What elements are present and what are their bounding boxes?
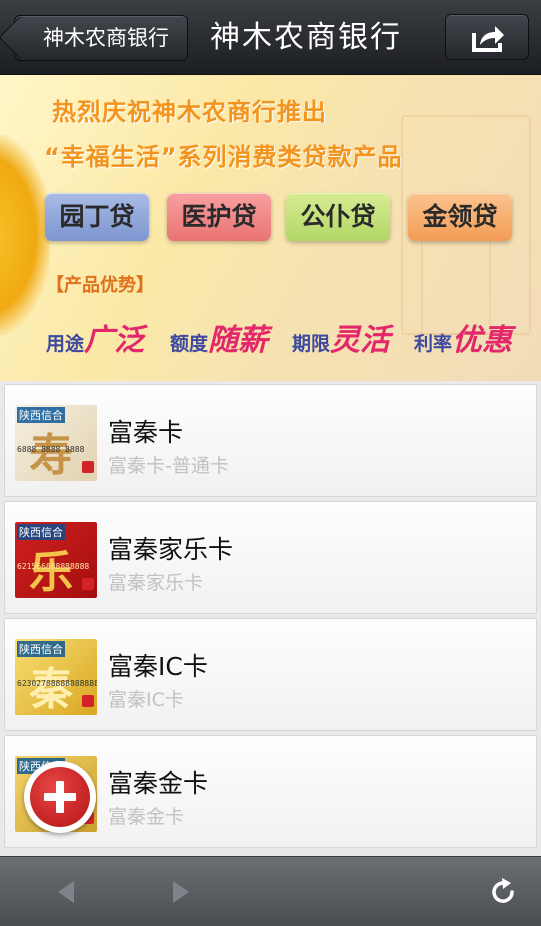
- loan-tag: 医护贷: [167, 193, 271, 241]
- item-title: 富秦IC卡: [108, 652, 208, 681]
- feature-item: 利率优惠: [414, 315, 513, 358]
- feature-item: 期限灵活: [292, 315, 391, 358]
- card-thumbnail: 陕西信合 乐 621566888888888: [15, 522, 97, 598]
- feature-item: 额度随薪: [170, 315, 269, 358]
- item-title: 富秦金卡: [108, 769, 209, 798]
- refresh-button[interactable]: [486, 875, 520, 909]
- share-icon: [472, 26, 504, 52]
- bottom-toolbar: [0, 856, 541, 926]
- flower-decoration: [0, 135, 50, 335]
- item-title: 富秦卡: [108, 418, 184, 447]
- add-button[interactable]: [24, 761, 96, 833]
- card-number: 621566888888888: [17, 562, 90, 571]
- app-screen: 神木农商银行 神木农商银行 热烈庆祝神木农商行推出 “幸福生活”系列消费类贷款产…: [0, 0, 541, 926]
- unionpay-logo: [82, 578, 94, 590]
- forward-nav-button[interactable]: [163, 875, 197, 909]
- feature-value: 随薪: [208, 323, 269, 358]
- unionpay-logo: [82, 695, 94, 707]
- item-title: 富秦家乐卡: [108, 535, 234, 564]
- plus-icon: [30, 767, 90, 827]
- feature-key: 用途: [46, 333, 85, 355]
- loan-tag: 园丁贷: [45, 193, 149, 241]
- banner-headline: 热烈庆祝神木农商行推出: [52, 98, 327, 126]
- card-number: 6888 8888 8888: [17, 445, 85, 454]
- back-button[interactable]: 神木农商银行: [14, 15, 188, 61]
- feature-key: 额度: [170, 333, 209, 355]
- back-button-label: 神木农商银行: [43, 26, 169, 50]
- list-item[interactable]: 陕西信合 乐 621566888888888 富秦家乐卡 富秦家乐卡: [4, 501, 537, 614]
- advantage-title: 【产品优势】: [46, 275, 154, 296]
- loan-tag: 金领贷: [408, 193, 512, 241]
- feature-item: 用途广泛: [46, 315, 145, 358]
- back-nav-button[interactable]: [50, 875, 84, 909]
- share-button[interactable]: [445, 14, 529, 60]
- item-subtitle: 富秦卡-普通卡: [108, 455, 229, 477]
- arrow-left-icon: [58, 881, 74, 903]
- nav-bar: 神木农商银行 神木农商银行: [0, 0, 541, 75]
- loan-tag: 公仆贷: [286, 193, 390, 241]
- unionpay-logo: [82, 461, 94, 473]
- refresh-icon: [492, 878, 514, 903]
- list-item[interactable]: 陕西信合 秦 62302788888888888 富秦IC卡 富秦IC卡: [4, 618, 537, 731]
- card-thumbnail: 陕西信合 秦 62302788888888888: [15, 639, 97, 715]
- arrow-right-icon: [173, 881, 189, 903]
- item-subtitle: 富秦金卡: [108, 806, 185, 828]
- feature-value: 广泛: [84, 323, 145, 358]
- page-title: 神木农商银行: [210, 20, 402, 55]
- banner-subheadline: “幸福生活”系列消费类贷款产品: [44, 143, 403, 171]
- feature-value: 灵活: [330, 323, 391, 358]
- card-number: 62302788888888888: [17, 679, 97, 688]
- promo-banner[interactable]: 热烈庆祝神木农商行推出 “幸福生活”系列消费类贷款产品 园丁贷 医护贷 公仆贷 …: [0, 75, 541, 381]
- list-item[interactable]: 陕西信合 寿 6888 8888 8888 富秦卡 富秦卡-普通卡: [4, 384, 537, 497]
- card-thumbnail: 陕西信合 寿 6888 8888 8888: [15, 405, 97, 481]
- feature-key: 期限: [292, 333, 331, 355]
- item-subtitle: 富秦IC卡: [108, 689, 184, 711]
- item-subtitle: 富秦家乐卡: [108, 572, 204, 594]
- feature-value: 优惠: [452, 323, 513, 358]
- feature-key: 利率: [414, 333, 453, 355]
